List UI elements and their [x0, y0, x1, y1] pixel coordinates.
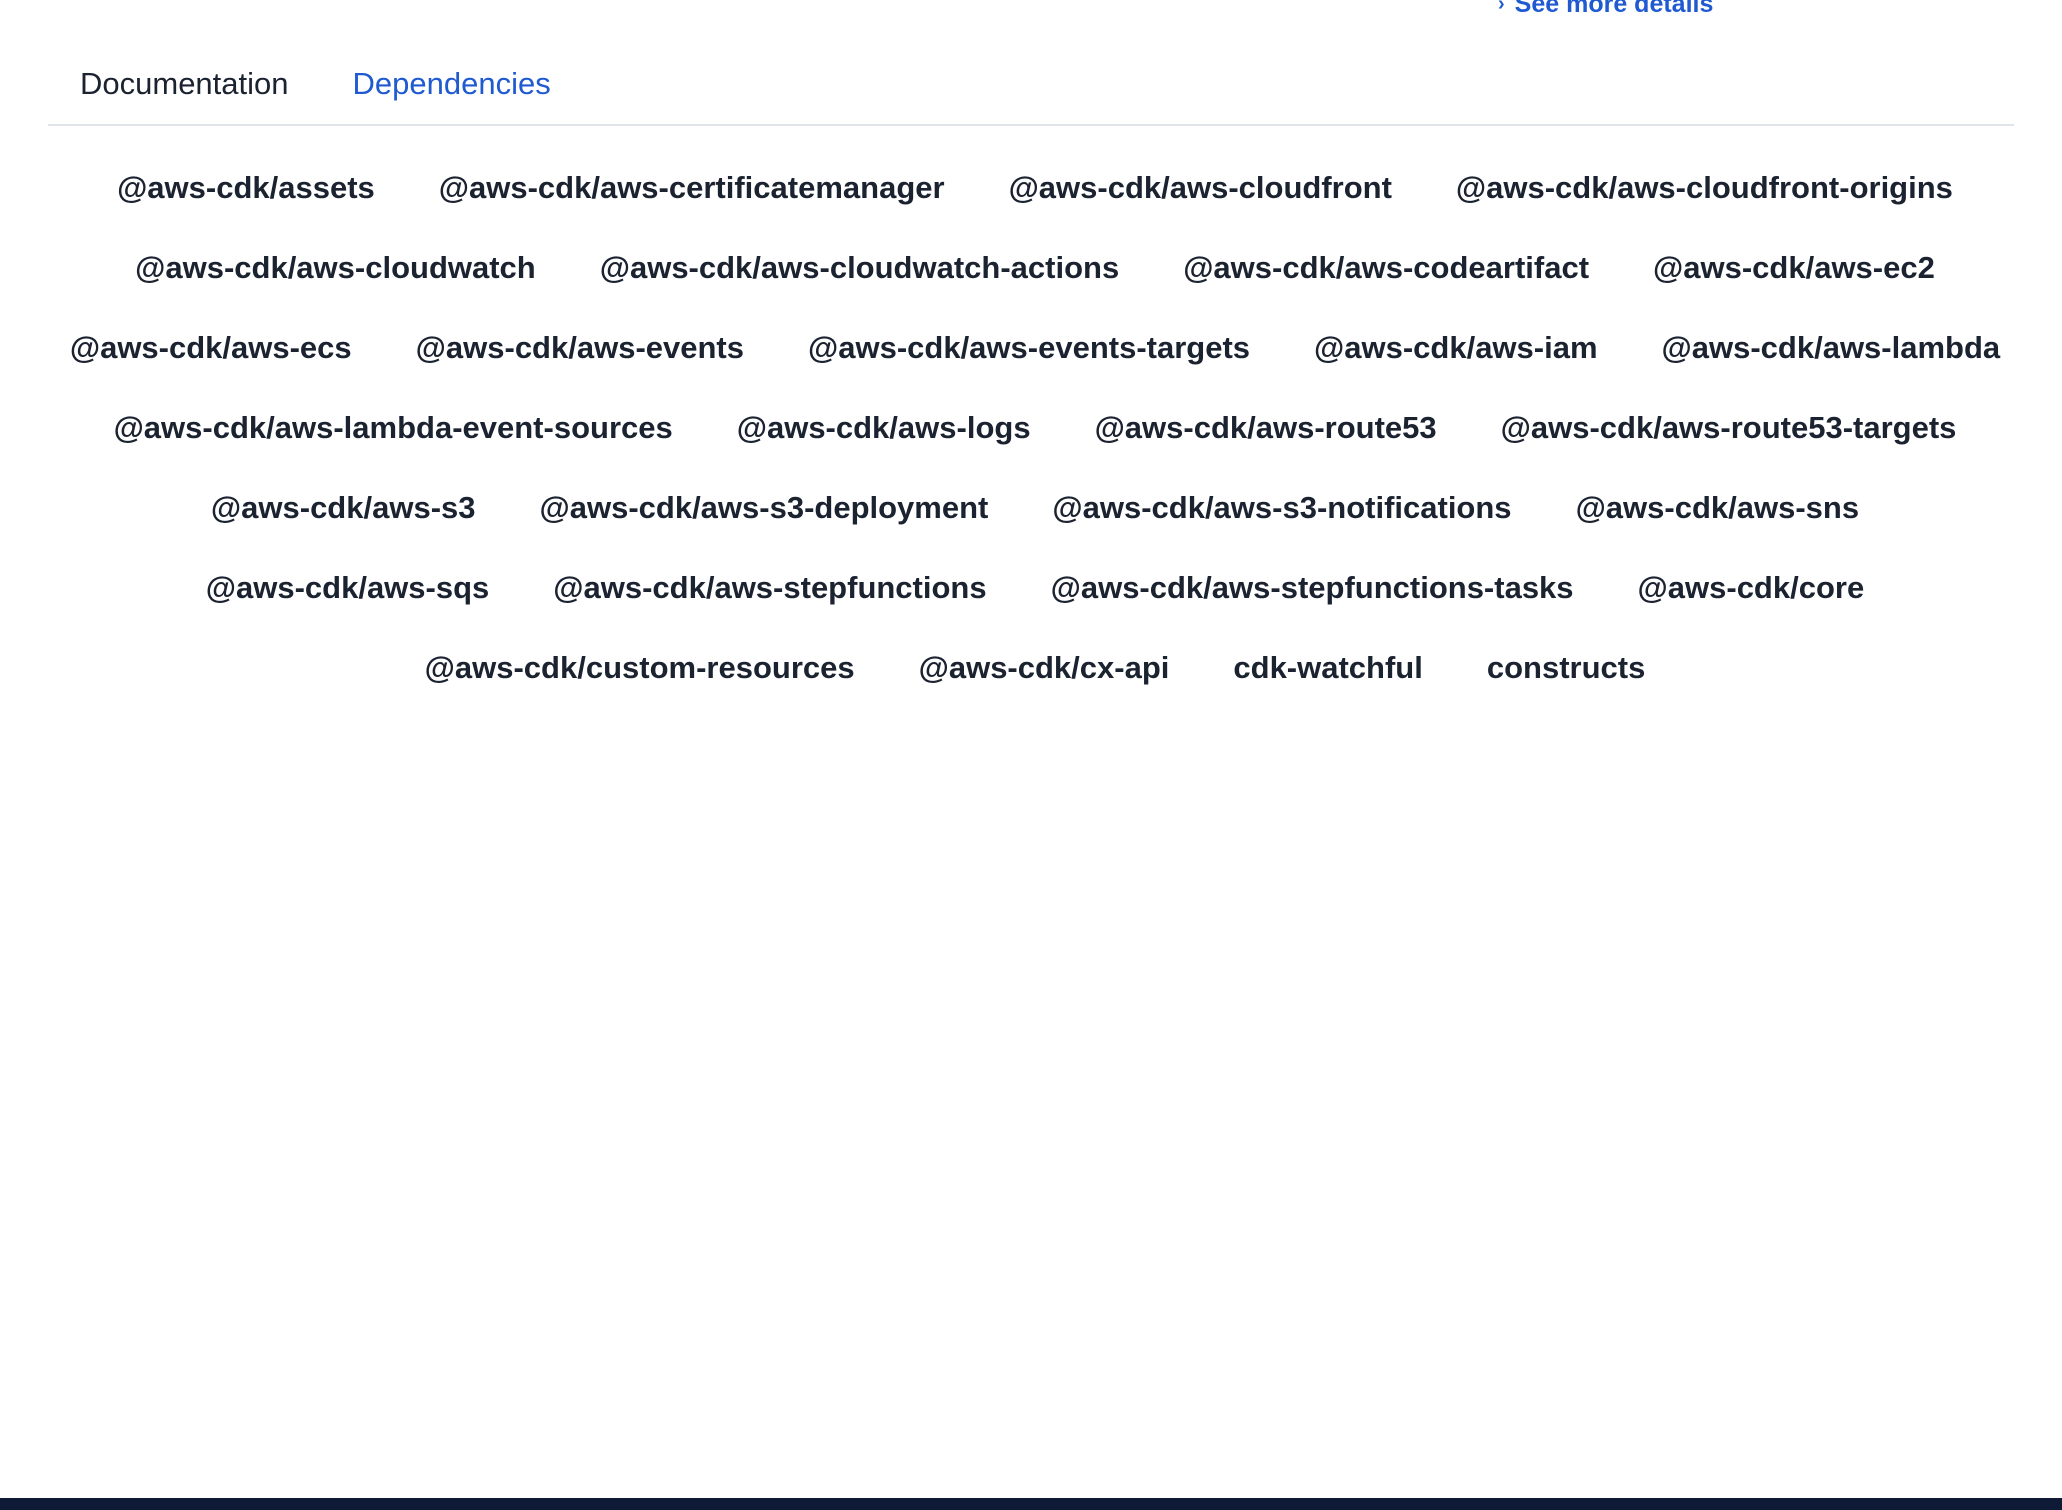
dependency-link[interactable]: @aws-cdk/aws-ecs — [70, 328, 352, 368]
dependency-link[interactable]: @aws-cdk/aws-ec2 — [1653, 248, 1935, 288]
dependency-link[interactable]: @aws-cdk/aws-lambda-event-sources — [114, 408, 673, 448]
dependency-link[interactable]: @aws-cdk/aws-iam — [1314, 328, 1598, 368]
dependency-link[interactable]: @aws-cdk/assets — [117, 168, 375, 208]
dependency-link[interactable]: @aws-cdk/aws-route53 — [1095, 408, 1437, 448]
dependency-link[interactable]: @aws-cdk/aws-logs — [737, 408, 1031, 448]
dependency-link[interactable]: constructs — [1487, 648, 1645, 688]
chevron-right-icon: › — [1498, 0, 1505, 15]
dependency-link[interactable]: @aws-cdk/aws-certificatemanager — [439, 168, 945, 208]
dependency-link[interactable]: @aws-cdk/aws-cloudwatch — [135, 248, 536, 288]
dependency-link[interactable]: @aws-cdk/aws-events-targets — [808, 328, 1250, 368]
dependency-link[interactable]: @aws-cdk/aws-s3 — [211, 488, 476, 528]
see-more-details-label: See more details — [1514, 0, 1714, 18]
dependencies-list: @aws-cdk/assets @aws-cdk/aws-certificate… — [60, 168, 2010, 688]
dependency-link[interactable]: @aws-cdk/aws-lambda — [1662, 328, 2001, 368]
see-more-details-link[interactable]: › See more details — [1498, 0, 1713, 19]
dependency-link[interactable]: @aws-cdk/core — [1638, 568, 1865, 608]
dependency-link[interactable]: @aws-cdk/aws-events — [416, 328, 744, 368]
dependency-link[interactable]: @aws-cdk/aws-stepfunctions-tasks — [1051, 568, 1574, 608]
dependency-link[interactable]: @aws-cdk/aws-codeartifact — [1183, 248, 1589, 288]
dependency-link[interactable]: @aws-cdk/aws-cloudfront — [1009, 168, 1392, 208]
tab-documentation[interactable]: Documentation — [48, 50, 321, 104]
dependency-link[interactable]: @aws-cdk/cx-api — [919, 648, 1170, 688]
dependency-link[interactable]: @aws-cdk/aws-s3-notifications — [1052, 488, 1511, 528]
dependency-link[interactable]: @aws-cdk/aws-s3-deployment — [540, 488, 989, 528]
tab-bar: Documentation Dependencies — [48, 50, 2014, 126]
dependency-link[interactable]: @aws-cdk/aws-sqs — [206, 568, 490, 608]
tab-dependencies[interactable]: Dependencies — [321, 50, 583, 104]
dependency-link[interactable]: @aws-cdk/aws-sns — [1576, 488, 1860, 528]
dependency-link[interactable]: @aws-cdk/aws-route53-targets — [1501, 408, 1957, 448]
dependency-link[interactable]: cdk-watchful — [1233, 648, 1422, 688]
dependency-link[interactable]: @aws-cdk/aws-cloudwatch-actions — [600, 248, 1119, 288]
dependency-link[interactable]: @aws-cdk/aws-cloudfront-origins — [1456, 168, 1953, 208]
footer-bar — [0, 1498, 2062, 1510]
dependency-link[interactable]: @aws-cdk/aws-stepfunctions — [553, 568, 986, 608]
dependency-link[interactable]: @aws-cdk/custom-resources — [425, 648, 855, 688]
